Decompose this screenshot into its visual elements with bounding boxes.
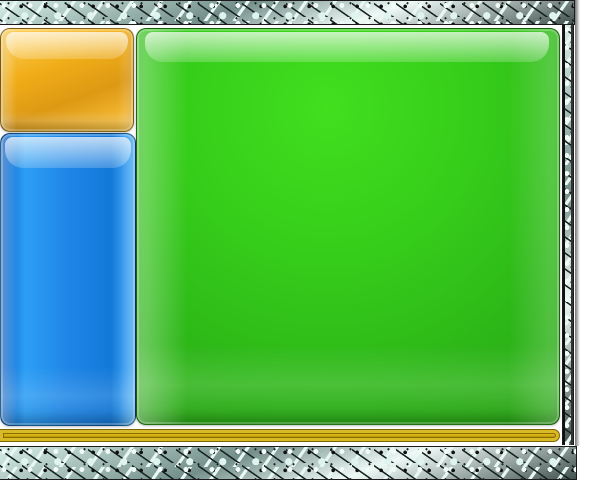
blue-block[interactable] [0, 133, 136, 426]
puzzle-board [0, 0, 600, 480]
top-stone-border [0, 0, 575, 25]
right-shadow-rail [575, 0, 580, 446]
bottom-stone-border [0, 446, 577, 480]
gold-exit-bar [0, 429, 560, 442]
orange-block[interactable] [0, 28, 134, 132]
green-block[interactable] [136, 28, 560, 425]
right-stone-border [562, 25, 574, 445]
